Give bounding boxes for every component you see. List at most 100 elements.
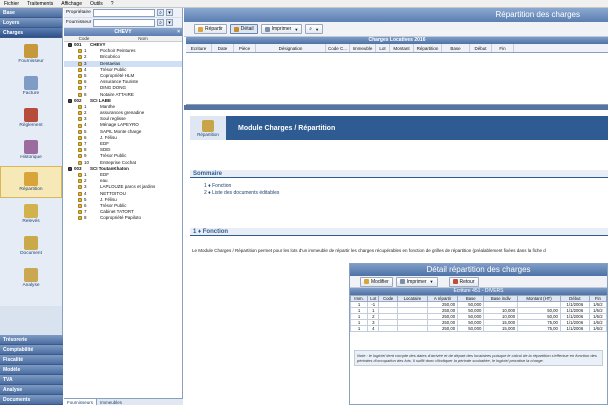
toc-link-fonction[interactable]: 1 ♦ Fonction [204,183,279,190]
charges-col-header[interactable]: Répartition [414,44,442,52]
search-icon[interactable]: ⌕ [157,19,164,26]
supplier-icon [78,216,82,221]
col-code[interactable]: Code [64,36,104,41]
col-nom[interactable]: Nom [104,36,182,41]
nav-item-fournisseur[interactable]: Fournisseur [0,38,62,70]
toc-link-documents[interactable]: 2 ♦ Liste des documents éditables [204,190,279,197]
filter-icon[interactable]: ▾ [166,19,173,26]
menu-help[interactable]: ? [107,1,118,7]
detail-title: Détail répartition des charges [350,264,607,276]
charges-col-header[interactable]: Désignation [256,44,326,52]
charges-table-body[interactable] [186,53,608,105]
nav-item-label: Fournisseur [18,59,44,64]
fournisseur-input[interactable] [93,18,155,27]
proprietaire-input[interactable] [93,8,155,17]
charges-col-header[interactable]: Ecriture [186,44,212,52]
nav-header-fiscalite[interactable]: Fiscalité [0,355,63,365]
tree-row[interactable]: 8 Copropriété Papiloto [64,215,182,221]
tab-immeubles[interactable]: Immeubles [97,399,125,405]
supplier-icon [78,135,82,140]
distribute-icon [198,26,203,32]
distribution-icon [24,172,38,186]
document-icon [24,236,38,250]
nav-header-tva[interactable]: TVA [0,375,63,385]
menu-affichage[interactable]: Affichage [57,1,86,7]
retour-button[interactable]: Retour [448,276,479,287]
nav-item-facture[interactable]: Facture [0,70,62,102]
close-icon[interactable]: × [177,28,180,36]
nav-header-base[interactable]: Base [0,8,62,18]
repartir-button[interactable]: Répartir [194,24,227,34]
filter-icon[interactable]: ▾ [166,9,173,16]
nav-header-charges[interactable]: Charges [0,28,62,38]
button-label: Retour [459,278,475,285]
detail-cell: 15,000 [483,325,519,332]
detail-screenshot: Détail répartition des charges Modifier … [349,263,608,405]
detail-icon [233,26,239,32]
tree-title-text: CHEVY [114,29,132,35]
button-label: Imprimer [406,278,427,285]
building-icon [68,98,72,103]
search-icon[interactable]: ⌕ [157,9,164,16]
imprimer-button[interactable]: Imprimer ▼ [260,24,303,34]
nav-header-analyse[interactable]: Analyse [0,385,63,395]
detail-table: Imm. Lot Code Locataire A répartir Base Base i… [349,295,608,332]
sommaire-header: Sommaire [190,170,608,178]
supplier-icon [78,160,82,165]
charges-col-header[interactable]: Code C... [326,44,350,52]
back-icon [452,279,458,284]
chevron-down-icon: ▼ [294,26,299,32]
detail-toolbar: Modifier Imprimer ▼ Retour [350,276,607,288]
modifier-button[interactable]: Modifier [360,276,393,287]
charges-col-header[interactable]: Fin [492,44,514,52]
nav-header-loyers[interactable]: Loyers [0,18,62,28]
supplier-icon [78,104,82,109]
tree-panel: Propriétaire ⌕ ▾ Fournisseur ⌕ ▾ CHEVY × … [64,8,183,405]
charges-col-header[interactable]: Début [470,44,492,52]
charges-col-header[interactable]: Lot [376,44,390,52]
supplier-icon [78,111,82,116]
nav-header-comptabilite[interactable]: Comptabilité [0,345,63,355]
charges-col-header[interactable]: Immeuble [350,44,376,52]
payment-icon [24,108,38,122]
menu-traitements[interactable]: Traitements [23,1,57,7]
nav-item-document[interactable]: Document [0,230,62,262]
detail-table-row: 1 4 250,00 50,000 15,000 75,00 1/1/2006 1/6/2 [349,325,608,332]
supplier-icon [78,67,82,72]
history-icon [24,140,38,154]
detail-subtitle: Ecriture 451 - DIVERS [350,288,607,295]
main-toolbar: Répartir Détail Imprimer ▼ ⌕ ▼ [184,22,608,37]
left-nav: Base Loyers Charges Fournisseur Facture … [0,8,63,405]
nav-items: Fournisseur Facture Règlement Historique… [0,38,62,306]
detail-button[interactable]: Détail [229,24,258,34]
menu-outils[interactable]: Outils [86,1,107,7]
menu-fichier[interactable]: Fichier [0,1,23,7]
fonction-text: Le Module Charges / Répartition permet p… [192,248,546,253]
nav-item-analyse[interactable]: Analyse [0,262,62,294]
supplier-icon [24,44,38,58]
supplier-icon [78,148,82,153]
charges-col-header[interactable]: Date [212,44,234,52]
menu-bar: Fichier Traitements Affichage Outils ? [0,0,608,8]
search-button[interactable]: ⌕ ▼ [305,24,324,34]
nav-header-tresorerie[interactable]: Trésorerie [0,335,63,345]
imprimer-detail-button[interactable]: Imprimer ▼ [395,276,438,287]
nav-header-documents[interactable]: Documents [0,395,63,405]
chevron-down-icon: ▼ [429,279,434,284]
nav-item-reglement[interactable]: Règlement [0,102,62,134]
nav-item-historique[interactable]: Historique [0,134,62,166]
charges-col-header[interactable]: Montant [390,44,414,52]
module-icon-label: Répartition [197,131,219,137]
tab-fournisseurs[interactable]: Fournisseurs [64,399,98,405]
charges-col-header[interactable]: Base [442,44,470,52]
nav-item-releves[interactable]: Relevés [0,198,62,230]
charges-col-header[interactable]: Pièce [234,44,256,52]
charges-panel: Charges Locatives 2016 Ecriture Date Pièce… [184,37,608,105]
charges-title: Charges Locatives 2016 [186,37,608,44]
detail-cell [378,325,398,332]
nav-item-repartition[interactable]: Répartition [0,166,62,198]
nav-header-modele[interactable]: Modèle [0,365,63,375]
button-label: Imprimer [271,26,292,32]
nav-bottom-headers: Trésorerie Comptabilité Fiscalité Modèle… [0,335,63,405]
building-icon [68,43,72,48]
